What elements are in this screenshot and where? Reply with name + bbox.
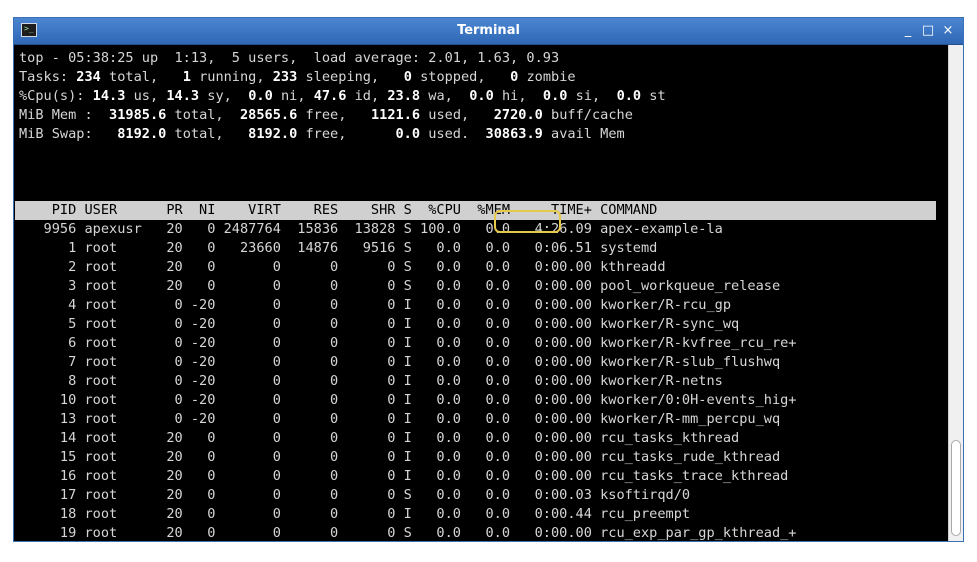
summary-value: 233 [272, 69, 298, 85]
cpu-line: %Cpu(s): 14.3 us, 14.3 sy, 0.0 ni, 47.6 … [19, 87, 666, 106]
close-button[interactable]: × [941, 21, 955, 41]
summary-label: free, [297, 107, 371, 123]
summary-label: sleeping, [297, 69, 404, 85]
summary-label: wa, [420, 88, 470, 104]
table-row: 10 root 0 -20 0 0 0 I 0.0 0.0 0:00.00 kw… [19, 392, 797, 408]
summary-value: 1 [182, 69, 191, 85]
summary-label: MiB Swap: [19, 126, 118, 142]
summary-label: total, [166, 107, 240, 123]
summary-label: %Cpu(s): [19, 88, 93, 104]
summary-label: sy, [199, 88, 249, 104]
table-row: 19 root 20 0 0 0 0 S 0.0 0.0 0:00.00 rcu… [19, 525, 797, 541]
summary-label: zombie [518, 69, 576, 85]
table-row: 16 root 20 0 0 0 0 I 0.0 0.0 0:00.00 rcu… [19, 468, 789, 484]
table-row: 2 root 20 0 0 0 0 S 0.0 0.0 0:00.00 kthr… [19, 259, 666, 275]
summary-value: 23.8 [387, 88, 421, 104]
summary-value: 0.0 [395, 126, 421, 142]
summary-value: 2720.0 [493, 107, 543, 123]
scrollbar-thumb[interactable] [951, 440, 961, 536]
summary-value: 14.3 [92, 88, 126, 104]
terminal-window: >_ Terminal _ □ × top - 05:38:25 up 1:13… [13, 17, 964, 542]
process-table-header: PID USER PR NI VIRT RES SHR S %CPU %MEM … [15, 201, 936, 220]
uptime-line: top - 05:38:25 up 1:13, 5 users, load av… [19, 50, 560, 66]
swap-line: MiB Swap: 8192.0 total, 8192.0 free, 0.0… [19, 125, 625, 144]
summary-label: total, [100, 69, 183, 85]
scrollbar[interactable] [948, 45, 963, 541]
summary-value: 31985.6 [109, 107, 167, 123]
summary-value: 0.0 [469, 88, 494, 104]
table-row: 14 root 20 0 0 0 0 I 0.0 0.0 0:00.00 rcu… [19, 430, 740, 446]
minimize-button[interactable]: _ [901, 21, 915, 41]
table-row: 6 root 0 -20 0 0 0 I 0.0 0.0 0:00.00 kwo… [19, 335, 797, 351]
table-row: 1 root 20 0 23660 14876 9516 S 0.0 0.0 0… [19, 240, 658, 256]
table-row: 9956 apexusr 20 0 2487764 15836 13828 S … [19, 221, 723, 237]
summary-label: used, [420, 107, 494, 123]
table-row: 3 root 20 0 0 0 0 S 0.0 0.0 0:00.00 pool… [19, 278, 781, 294]
summary-value: 8192.0 [117, 126, 167, 142]
table-row: 18 root 20 0 0 0 0 I 0.0 0.0 0:00.44 rcu… [19, 506, 691, 522]
summary-value: 8192.0 [248, 126, 298, 142]
summary-label: used. [420, 126, 486, 142]
summary-label: avail Mem [542, 126, 625, 142]
table-row: 5 root 0 -20 0 0 0 I 0.0 0.0 0:00.00 kwo… [19, 316, 740, 332]
window-title: Terminal [457, 23, 520, 38]
maximize-button[interactable]: □ [921, 21, 935, 41]
table-row: 17 root 20 0 0 0 0 S 0.0 0.0 0:00.03 kso… [19, 487, 691, 503]
summary-label: buff/cache [542, 107, 633, 123]
summary-value: 47.6 [313, 88, 347, 104]
summary-label: st [641, 88, 666, 104]
summary-label: us, [125, 88, 167, 104]
summary-value: 0.0 [248, 88, 273, 104]
table-row: 7 root 0 -20 0 0 0 I 0.0 0.0 0:00.00 kwo… [19, 354, 781, 370]
summary-value: 234 [76, 69, 101, 85]
summary-value: 0.0 [616, 88, 642, 104]
summary-label: ni, [272, 88, 314, 104]
terminal-output[interactable]: top - 05:38:25 up 1:13, 5 users, load av… [14, 45, 948, 541]
tasks-line: Tasks: 234 total, 1 running, 233 sleepin… [19, 68, 576, 87]
summary-label: free, [297, 126, 396, 142]
column-headers: PID USER PR NI VIRT RES SHR S %CPU %MEM … [19, 202, 658, 218]
summary-label: MiB Mem : [19, 107, 110, 123]
summary-value: 1121.6 [370, 107, 421, 123]
summary-label: running, [190, 69, 273, 85]
summary-label: id, [346, 88, 388, 104]
summary-label: stopped, [411, 69, 511, 85]
table-row: 8 root 0 -20 0 0 0 I 0.0 0.0 0:00.00 kwo… [19, 373, 723, 389]
summary-value: 0 [403, 69, 412, 85]
summary-label: si, [567, 88, 617, 104]
cpu-highlight-annotation [494, 210, 561, 233]
summary-label: total, [166, 126, 249, 142]
summary-label: hi, [493, 88, 543, 104]
table-row: 15 root 20 0 0 0 0 I 0.0 0.0 0:00.00 rcu… [19, 449, 781, 465]
summary-value: 28565.6 [240, 107, 298, 123]
mem-line: MiB Mem : 31985.6 total, 28565.6 free, 1… [19, 106, 633, 125]
table-row: 13 root 0 -20 0 0 0 I 0.0 0.0 0:00.00 kw… [19, 411, 781, 427]
table-row: 4 root 0 -20 0 0 0 I 0.0 0.0 0:00.00 kwo… [19, 297, 732, 313]
summary-value: 0.0 [542, 88, 568, 104]
summary-value: 14.3 [166, 88, 200, 104]
summary-label: Tasks: [19, 69, 77, 85]
title-bar[interactable]: >_ Terminal _ □ × [14, 18, 963, 45]
summary-value: 30863.9 [485, 126, 543, 142]
